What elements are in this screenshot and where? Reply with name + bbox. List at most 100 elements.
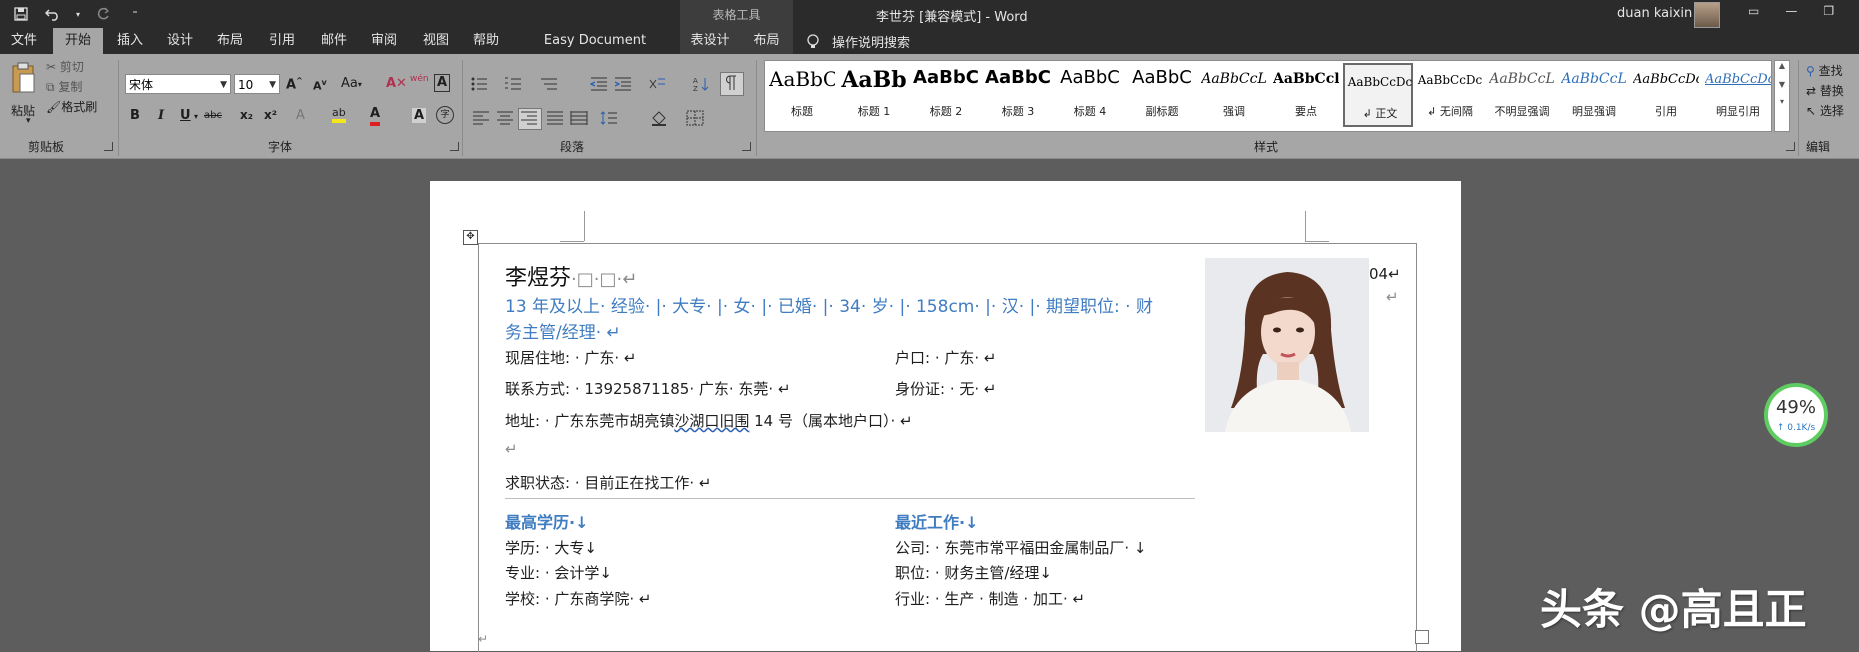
bullets-icon[interactable] <box>470 76 488 92</box>
user-name[interactable]: duan kaixin <box>1617 6 1692 21</box>
font-size-combo[interactable]: 10 ▼ <box>234 74 280 94</box>
position-text[interactable]: 职位: · 财务主管/经理↓ <box>895 562 1052 583</box>
paragraph-launcher-icon[interactable] <box>742 142 751 151</box>
underline-dropdown-icon[interactable]: ▾ <box>194 112 198 121</box>
gallery-expand-icon[interactable]: ▾ <box>1775 97 1789 106</box>
major-text[interactable]: 专业: · 会计学↓ <box>505 562 612 583</box>
candidate-summary-line-2[interactable]: 务主管/经理· ↵ <box>505 318 621 343</box>
hukou-text[interactable]: 户口: · 广东· ↵ <box>895 347 996 368</box>
style-quote[interactable]: AaBbCcDc 引用 <box>1631 63 1701 127</box>
side-number-text[interactable]: 04↵ <box>1369 265 1401 283</box>
styles-launcher-icon[interactable] <box>1786 142 1795 151</box>
tab-layout[interactable]: 布局 <box>208 28 252 54</box>
underline-button[interactable]: U <box>180 108 191 123</box>
tab-view[interactable]: 视图 <box>414 28 458 54</box>
customize-qat-icon[interactable]: ⁼ <box>124 4 146 24</box>
style-emphasis[interactable]: AaBbCcL 强调 <box>1199 63 1269 127</box>
show-hide-marks-button[interactable] <box>720 72 744 96</box>
id-card-text[interactable]: 身份证: · 无· ↵ <box>895 378 996 399</box>
chevron-up-icon[interactable]: ▲ <box>1775 61 1789 70</box>
asian-layout-icon[interactable] <box>648 76 666 92</box>
contact-text[interactable]: 联系方式: · 13925871185· 广东· 东莞· ↵ <box>505 378 791 399</box>
maximize-icon[interactable]: ❐ <box>1823 4 1834 18</box>
character-shading-button[interactable]: A <box>412 108 427 123</box>
style-heading-3[interactable]: AaBbC 标题 3 <box>983 63 1053 127</box>
residence-text[interactable]: 现居住地: · 广东· ↵ <box>505 347 636 368</box>
borders-icon[interactable] <box>686 110 704 126</box>
style-strong[interactable]: AaBbCcl 要点 <box>1271 63 1341 127</box>
decrease-indent-icon[interactable] <box>590 76 608 92</box>
copy-button[interactable]: ⧉ 复制 <box>46 78 82 95</box>
align-right-button[interactable] <box>518 108 542 130</box>
style-normal[interactable]: AaBbCcDc ↲ 正文 <box>1343 63 1413 127</box>
font-name-combo[interactable]: 宋体 ▼ <box>125 74 231 94</box>
clipboard-launcher-icon[interactable] <box>104 142 113 151</box>
tab-references[interactable]: 引用 <box>260 28 304 54</box>
candidate-summary-line[interactable]: 13 年及以上· 经验· |· 大专· |· 女· |· 已婚· |· 34· … <box>505 292 1153 317</box>
table-resize-handle[interactable] <box>1415 630 1429 644</box>
numbering-icon[interactable] <box>504 76 522 92</box>
line-spacing-icon[interactable] <box>600 110 618 126</box>
table-move-handle-icon[interactable]: ✥ <box>463 230 478 245</box>
increase-indent-icon[interactable] <box>614 76 632 92</box>
strikethrough-button[interactable]: abc <box>204 110 222 121</box>
cut-button[interactable]: ✂ 剪切 <box>46 58 84 75</box>
undo-icon[interactable] <box>42 4 64 24</box>
sort-icon[interactable]: AZ <box>692 76 710 92</box>
school-text[interactable]: 学校: · 广东商学院· ↵ <box>505 588 651 609</box>
degree-text[interactable]: 学历: · 大专↓ <box>505 537 597 558</box>
style-heading-1[interactable]: AaBb 标题 1 <box>839 63 909 127</box>
address-text[interactable]: 地址: · 广东东莞市胡亮镇沙湖口旧围 14 号（属本地户口）· ↵ <box>505 410 913 431</box>
style-no-spacing[interactable]: AaBbCcDc ↲ 无间隔 <box>1415 63 1485 127</box>
style-heading-4[interactable]: AaBbC 标题 4 <box>1055 63 1125 127</box>
save-icon[interactable] <box>10 4 32 24</box>
replace-button[interactable]: ⇄ 替换 <box>1806 82 1844 99</box>
shrink-font-icon[interactable]: Av <box>313 78 327 93</box>
paste-button[interactable]: 粘贴 <box>11 102 35 119</box>
tab-mailings[interactable]: 邮件 <box>312 28 356 54</box>
tab-table-design[interactable]: 表设计 <box>680 28 740 54</box>
job-status-text[interactable]: 求职状态: · 目前正在找工作· ↵ <box>505 472 711 493</box>
tab-home[interactable]: 开始 <box>53 28 103 54</box>
work-section-title[interactable]: 最近工作·↓ <box>895 509 979 533</box>
multilevel-list-icon[interactable] <box>540 76 558 92</box>
style-heading-2[interactable]: AaBbC 标题 2 <box>911 63 981 127</box>
chevron-down-icon[interactable]: ▼ <box>1775 80 1789 89</box>
character-border-button[interactable]: A <box>434 74 451 92</box>
industry-text[interactable]: 行业: · 生产 · 制造 · 加工· ↵ <box>895 588 1085 609</box>
paste-dropdown-icon[interactable]: ▾ <box>26 116 31 126</box>
style-subtle-emphasis[interactable]: AaBbCcL 不明显强调 <box>1487 63 1557 127</box>
find-button[interactable]: ⚲ 查找 <box>1806 62 1843 79</box>
grow-font-icon[interactable]: A^ <box>286 76 303 92</box>
company-text[interactable]: 公司: · 东莞市常平福田金属制品厂· ↓ <box>895 537 1146 558</box>
distributed-icon[interactable] <box>570 110 588 126</box>
subscript-button[interactable]: x₂ <box>240 108 253 122</box>
text-effects-button[interactable]: A <box>296 108 305 123</box>
styles-gallery-scroll[interactable]: ▲ ▼ ▾ <box>1774 60 1790 132</box>
candidate-photo[interactable] <box>1205 258 1369 432</box>
style-intense-quote[interactable]: AaBbCcDc 明显引用 <box>1703 63 1773 127</box>
italic-button[interactable]: I <box>158 108 164 123</box>
tab-file[interactable]: 文件 <box>2 28 46 54</box>
ribbon-display-icon[interactable]: ▭ <box>1748 4 1759 18</box>
format-painter-button[interactable]: 🖌格式刷 <box>46 98 97 115</box>
tab-table-layout[interactable]: 布局 <box>740 28 793 54</box>
tell-me-search[interactable]: 操作说明搜索 <box>832 32 910 51</box>
clear-formatting-icon[interactable]: A✕ <box>386 76 407 91</box>
change-case-button[interactable]: Aa▾ <box>341 76 362 91</box>
redo-icon[interactable] <box>92 4 114 24</box>
minimize-icon[interactable]: — <box>1785 4 1797 18</box>
paste-icon[interactable] <box>10 62 36 98</box>
tab-help[interactable]: 帮助 <box>464 28 508 54</box>
font-color-button[interactable]: A <box>370 106 381 126</box>
align-left-icon[interactable] <box>472 110 490 126</box>
style-subtitle[interactable]: AaBbC 副标题 <box>1127 63 1197 127</box>
education-section-title[interactable]: 最高学历·↓ <box>505 509 589 533</box>
style-title[interactable]: AaBbC 标题 <box>767 63 837 127</box>
undo-dropdown-icon[interactable]: ▾ <box>74 4 82 24</box>
enclose-characters-button[interactable]: 字 <box>436 106 454 124</box>
shading-icon[interactable] <box>650 110 668 126</box>
justify-icon[interactable] <box>546 110 564 126</box>
tab-insert[interactable]: 插入 <box>108 28 152 54</box>
bold-button[interactable]: B <box>130 108 140 123</box>
